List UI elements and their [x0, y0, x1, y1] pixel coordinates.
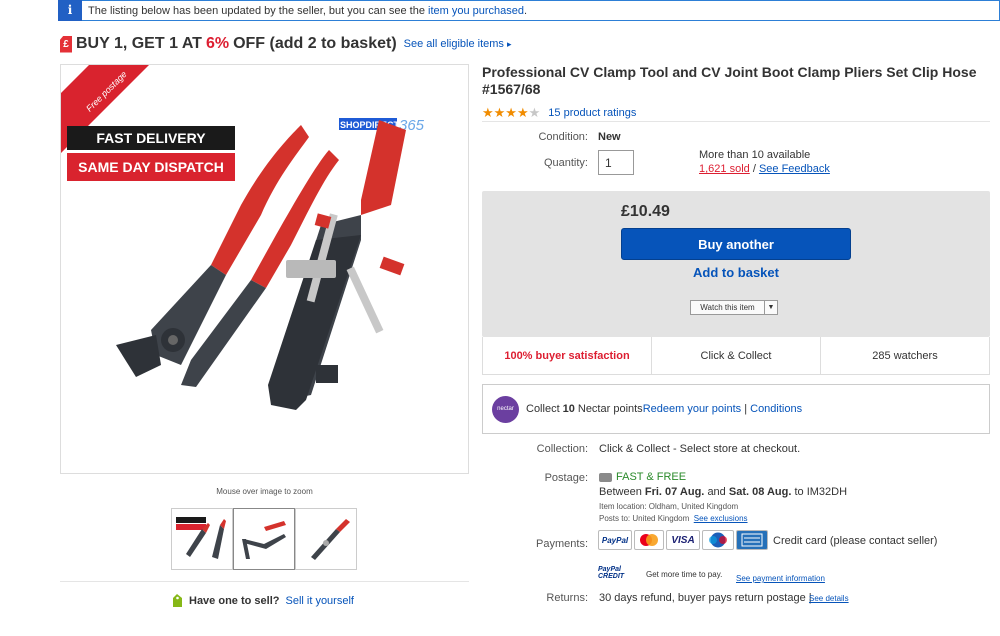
see-details-link[interactable]: See details	[809, 594, 849, 603]
amex-logo	[741, 533, 763, 547]
visa-icon: VISA	[666, 530, 700, 550]
delivery-date-1: Fri. 07 Aug.	[644, 486, 705, 498]
clamp-tools-image: Free postage FAST DELIVERY SAME DAY DISP…	[61, 65, 425, 410]
see-eligible-items-link[interactable]: See all eligible items ▸	[404, 38, 512, 50]
promo-banner: £ BUY 1, GET 1 AT 6% OFF (add 2 to baske…	[60, 35, 512, 53]
redeem-points-link[interactable]: Redeem your points	[643, 403, 741, 415]
condition-value: New	[598, 131, 621, 143]
collection-value: Click & Collect - Select store at checko…	[599, 443, 801, 455]
promo-prefix: BUY 1, GET 1 AT	[76, 35, 202, 52]
nectar-suffix: Nectar points	[577, 403, 643, 415]
watch-item-label: Watch this item	[700, 303, 755, 312]
main-product-image[interactable]: Free postage FAST DELIVERY SAME DAY DISP…	[60, 64, 469, 474]
product-ratings-link[interactable]: 15 product ratings	[548, 107, 636, 119]
rating-row: ★★★★★ 15 product ratings	[482, 105, 636, 121]
item-location: Item location: Oldham, United Kingdom	[599, 502, 739, 511]
left-divider	[60, 581, 469, 582]
posts-to: Posts to: United Kingdom See exclusions	[599, 514, 748, 523]
listing-updated-notice: i The listing below has been updated by …	[58, 0, 1000, 21]
amex-icon	[736, 530, 768, 550]
thumbnail-2[interactable]	[233, 508, 295, 570]
between-text: Between	[599, 486, 642, 498]
mastercard-logo	[640, 534, 658, 546]
delivery-destination: to IM32DH	[794, 486, 848, 498]
and-text: and	[707, 486, 726, 498]
credit-card-note: Credit card (please contact seller)	[773, 535, 938, 547]
add-to-basket-button[interactable]: Add to basket	[621, 265, 851, 287]
fast-delivery-text: FAST DELIVERY	[96, 130, 206, 146]
item-purchased-link[interactable]: item you purchased	[428, 5, 524, 17]
zoom-hint: Mouse over image to zoom	[216, 487, 313, 496]
fast-free-text: FAST & FREE	[616, 471, 687, 483]
promo-suffix: OFF (add 2 to basket)	[233, 35, 397, 52]
quantity-input[interactable]	[598, 150, 634, 175]
info-icon: i	[58, 0, 82, 21]
quantity-label: Quantity:	[543, 157, 588, 169]
see-exclusions-link[interactable]: See exclusions	[694, 514, 748, 523]
price-tag-icon: £	[60, 35, 72, 53]
posts-to-text: Posts to: United Kingdom	[599, 514, 690, 523]
promo-percent: 6%	[205, 35, 230, 52]
click-collect-stat: Click & Collect	[651, 337, 820, 374]
thumbnail-1[interactable]	[171, 508, 233, 570]
thumbnail-image	[176, 517, 226, 559]
paypal-icon: PayPal	[598, 530, 632, 550]
condition-label: Condition:	[538, 131, 588, 143]
have-one-to-sell-label: Have one to sell?	[189, 595, 280, 607]
watchers-count: 285 watchers	[820, 337, 989, 374]
title-divider	[482, 121, 990, 122]
maestro-icon	[702, 530, 734, 550]
buy-another-button[interactable]: Buy another	[621, 228, 851, 260]
delivery-date-2: Sat. 08 Aug.	[728, 486, 792, 498]
notice-suffix: .	[524, 4, 528, 17]
nectar-points-value: 10	[562, 403, 575, 415]
returns-policy: 30 days refund, buyer pays return postag…	[599, 592, 812, 604]
sell-prompt: Have one to sell? Sell it yourself	[172, 594, 354, 608]
postage-fast-free: FAST & FREE	[599, 471, 686, 483]
more-time-to-pay: Get more time to pay.	[646, 570, 723, 579]
sold-count-link[interactable]: 1,621 sold	[699, 163, 750, 175]
available-count: More than 10 available	[699, 149, 811, 161]
returns-label: Returns:	[546, 592, 588, 604]
collection-label: Collection:	[536, 443, 588, 455]
chevron-down-icon[interactable]: ▼	[764, 301, 777, 314]
ppcredit-a: PayPal	[598, 566, 621, 573]
star-rating-icon: ★★★★★	[482, 105, 541, 120]
see-feedback-link[interactable]: See Feedback	[759, 163, 830, 175]
mastercard-icon	[634, 530, 664, 550]
nectar-points-box: nectar Collect 10 Nectar points Redeem yo…	[482, 384, 990, 434]
payment-info-link[interactable]: See payment information	[736, 574, 825, 583]
tag-icon	[173, 594, 182, 607]
payments-label: Payments:	[536, 538, 588, 550]
price: £10.49	[621, 203, 670, 220]
paypal-credit-icon: PayPal CREDIT	[598, 566, 638, 582]
chevron-right-icon: ▸	[507, 39, 512, 49]
availability-info: More than 10 available 1,621 sold / See …	[699, 148, 830, 176]
sold-separator: /	[752, 163, 756, 175]
product-title: Professional CV Clamp Tool and CV Joint …	[482, 64, 977, 97]
notice-text: The listing below has been updated by th…	[88, 4, 425, 17]
nectar-logo-icon: nectar	[492, 395, 519, 423]
thumbnail-image	[242, 521, 286, 559]
eligible-link-label: See all eligible items	[403, 38, 504, 50]
maestro-logo	[709, 532, 727, 548]
buy-box	[482, 191, 990, 337]
sell-it-yourself-link[interactable]: Sell it yourself	[285, 595, 353, 607]
same-day-text: SAME DAY DISPATCH	[78, 159, 224, 175]
thumbnail-3[interactable]	[295, 508, 357, 570]
nectar-conditions-link[interactable]: Conditions	[750, 403, 802, 415]
thumbnail-image	[311, 519, 350, 560]
postage-label: Postage:	[544, 472, 588, 484]
nectar-prefix: Collect	[526, 403, 560, 415]
ppcredit-b: CREDIT	[598, 573, 625, 580]
buyer-satisfaction: 100% buyer satisfaction	[504, 349, 630, 362]
delivery-truck-icon	[599, 472, 612, 482]
nectar-separator: |	[744, 403, 748, 415]
watch-item-button[interactable]: Watch this item ▼	[690, 300, 778, 315]
listing-stats: 100% buyer satisfaction Click & Collect …	[482, 337, 990, 375]
delivery-estimate: Between Fri. 07 Aug. and Sat. 08 Aug. to…	[599, 486, 847, 498]
